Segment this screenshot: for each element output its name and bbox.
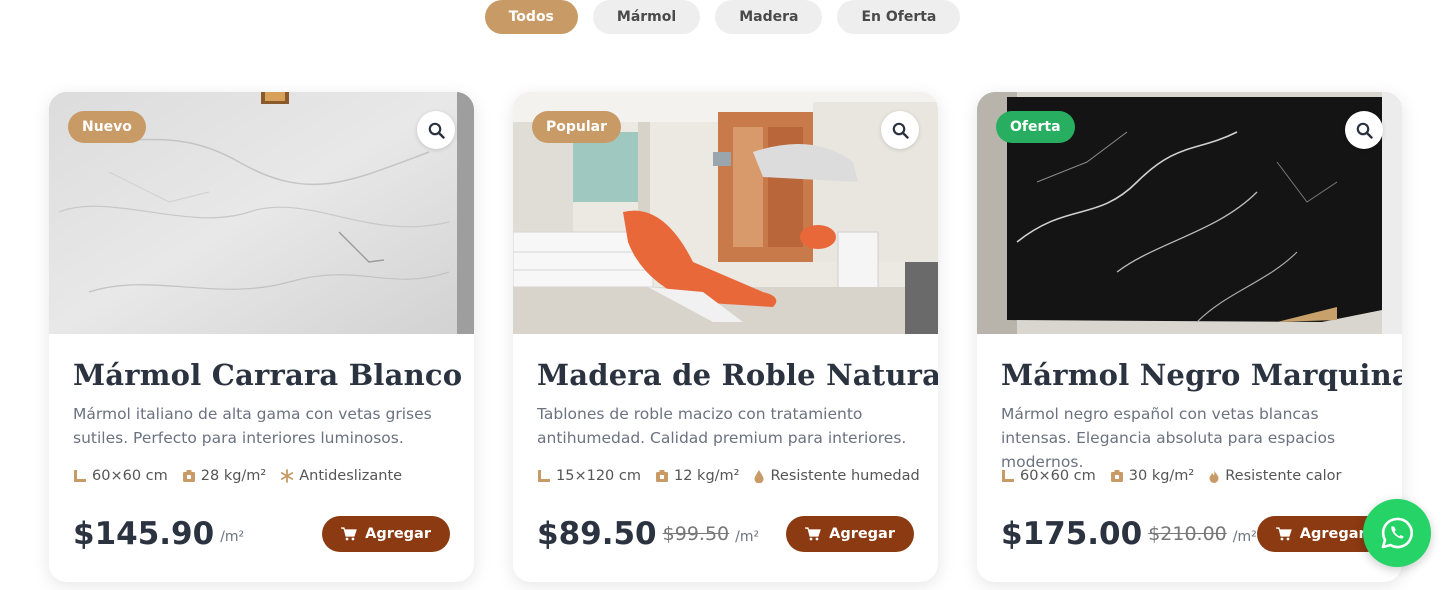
badge-popular: Popular xyxy=(532,111,622,143)
spec-size: 60×60 cm xyxy=(73,468,168,484)
spec-size: 60×60 cm xyxy=(1001,468,1096,484)
ruler-icon xyxy=(538,470,550,482)
product-specs: 15×120 cm 12 kg/m² Resistente humedad xyxy=(537,468,920,484)
product-card: Nuevo Mármol Carrara Blanco Mármol itali… xyxy=(49,92,474,582)
spec-feature: Antideslizante xyxy=(280,468,402,484)
zoom-button[interactable] xyxy=(881,111,919,149)
price-unit: /m² xyxy=(1232,529,1257,545)
price-unit: /m² xyxy=(735,529,760,545)
product-price: $175.00 xyxy=(1001,516,1143,552)
product-image[interactable]: Nuevo xyxy=(49,92,474,334)
flame-icon xyxy=(1209,470,1219,483)
magnifier-icon xyxy=(892,122,909,139)
zoom-button[interactable] xyxy=(1345,111,1383,149)
product-image[interactable]: Oferta xyxy=(977,92,1402,334)
product-old-price: $99.50 xyxy=(662,523,730,545)
category-filter-bar: Todos Mármol Madera En Oferta xyxy=(0,0,1445,34)
cart-icon xyxy=(805,527,821,541)
price-row: $145.90 /m² Agregar xyxy=(73,514,450,554)
ruler-icon xyxy=(74,470,86,482)
weight-icon xyxy=(182,470,195,482)
product-old-price: $210.00 xyxy=(1148,523,1227,545)
filter-todos[interactable]: Todos xyxy=(484,0,578,34)
ruler-icon xyxy=(1002,470,1014,482)
spec-weight: 12 kg/m² xyxy=(655,468,739,484)
magnifier-icon xyxy=(428,122,445,139)
whatsapp-icon xyxy=(1381,517,1413,549)
filter-marmol[interactable]: Mármol xyxy=(592,0,701,34)
snowflake-icon xyxy=(281,469,294,483)
price-unit: /m² xyxy=(220,529,245,545)
spec-weight: 30 kg/m² xyxy=(1110,468,1194,484)
spec-size: 15×120 cm xyxy=(537,468,641,484)
badge-new: Nuevo xyxy=(68,111,146,143)
weight-icon xyxy=(1110,470,1123,482)
price-row: $175.00 $210.00 /m² Agregar xyxy=(1001,514,1385,554)
product-description: Mármol negro español con vetas blancas i… xyxy=(1001,405,1336,471)
add-to-cart-button[interactable]: Agregar xyxy=(322,516,450,552)
price-row: $89.50 $99.50 /m² Agregar xyxy=(537,514,914,554)
product-description: Tablones de roble macizo con tratamiento… xyxy=(537,405,907,447)
droplet-icon xyxy=(754,470,764,483)
weight-icon xyxy=(655,470,668,482)
product-specs: 60×60 cm 28 kg/m² Antideslizante xyxy=(73,468,450,484)
product-title[interactable]: Mármol Negro Marquina xyxy=(1001,358,1402,392)
cart-icon xyxy=(341,527,357,541)
spec-feature: Resistente calor xyxy=(1208,468,1341,484)
product-grid: Nuevo Mármol Carrara Blanco Mármol itali… xyxy=(49,92,1402,582)
product-price: $145.90 xyxy=(73,516,215,552)
filter-en-oferta[interactable]: En Oferta xyxy=(837,0,961,34)
whatsapp-button[interactable] xyxy=(1363,499,1431,567)
spec-weight: 28 kg/m² xyxy=(182,468,266,484)
add-to-cart-button[interactable]: Agregar xyxy=(786,516,914,552)
product-card: Oferta Mármol Negro Marquina Mármol negr… xyxy=(977,92,1402,582)
spec-feature: Resistente humedad xyxy=(753,468,920,484)
product-description: Mármol italiano de alta gama con vetas g… xyxy=(73,405,432,447)
product-specs: 60×60 cm 30 kg/m² Resistente calor xyxy=(1001,468,1378,484)
product-title[interactable]: Mármol Carrara Blanco xyxy=(73,358,462,392)
cart-icon xyxy=(1275,527,1292,541)
product-price: $89.50 xyxy=(537,516,657,552)
product-card: Popular Madera de Roble Natural Tablones… xyxy=(513,92,938,582)
product-image[interactable]: Popular xyxy=(513,92,938,334)
filter-madera[interactable]: Madera xyxy=(715,0,823,34)
magnifier-icon xyxy=(1356,122,1373,139)
zoom-button[interactable] xyxy=(417,111,455,149)
badge-offer: Oferta xyxy=(996,111,1075,143)
product-title[interactable]: Madera de Roble Natural xyxy=(537,358,938,392)
